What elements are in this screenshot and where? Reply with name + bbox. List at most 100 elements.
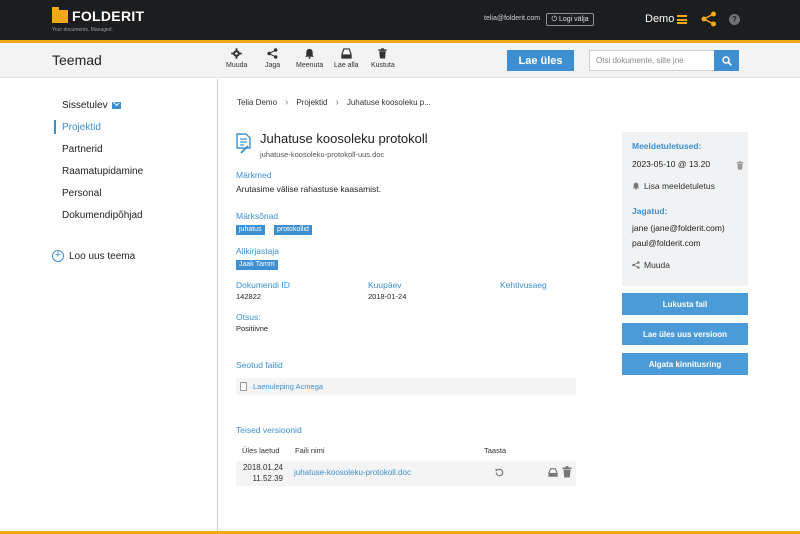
signer-tag[interactable]: Jaak Tamm bbox=[236, 260, 278, 270]
doc-id-value: 142822 bbox=[236, 292, 262, 301]
plus-circle-icon: + bbox=[52, 250, 64, 262]
search-icon bbox=[721, 55, 732, 66]
shared-label: Jagatud: bbox=[632, 206, 668, 216]
versions-label: Teised versioonid bbox=[236, 425, 302, 435]
upload-new-version-button[interactable]: Lae üles uus versioon bbox=[622, 323, 748, 345]
account-name[interactable]: Demo bbox=[645, 13, 674, 25]
file-icon bbox=[240, 382, 247, 391]
download-icon[interactable] bbox=[548, 468, 558, 477]
share-icon bbox=[267, 48, 278, 59]
add-reminder-button[interactable]: Lisa meeldetuletus bbox=[632, 181, 715, 191]
date-label: Kuupäev bbox=[368, 280, 402, 290]
breadcrumb-item: Juhatuse koosoleku p... bbox=[346, 98, 431, 107]
page-title: Teemad bbox=[52, 52, 102, 68]
shared-with-item: jane (jane@folderit.com) bbox=[632, 223, 725, 233]
reminder-value: 2023-05-10 @ 13.20 bbox=[632, 159, 711, 169]
hamburger-menu-icon[interactable] bbox=[677, 15, 687, 24]
share-icon bbox=[632, 261, 640, 269]
versions-header-filename: Faili nimi bbox=[295, 446, 325, 455]
share-icon[interactable] bbox=[701, 11, 717, 27]
brand-name: FOLDERIT bbox=[72, 8, 145, 24]
share-label: Jaga bbox=[265, 62, 281, 69]
sidebar-item-personnel[interactable]: Personal bbox=[54, 186, 101, 200]
start-signing-button[interactable]: Algata kinnitusring bbox=[622, 353, 748, 375]
download-label: Lae alla bbox=[334, 62, 359, 69]
linked-file-item[interactable]: Laenuleping Acmega bbox=[236, 378, 576, 395]
power-icon: ⏻ bbox=[551, 15, 557, 23]
version-filename-link[interactable]: juhatuse-koosoleku-protokoll.doc bbox=[294, 468, 411, 477]
version-date-time: 11.52.39 bbox=[252, 474, 283, 483]
remind-label: Meenuta bbox=[296, 62, 324, 69]
mail-icon bbox=[111, 101, 121, 109]
sidebar-item-inbox[interactable]: Sissetulev bbox=[54, 98, 121, 112]
download-icon bbox=[341, 48, 352, 59]
search-button[interactable] bbox=[714, 50, 739, 71]
signer-label: Allkirjastaja bbox=[236, 246, 279, 256]
share-button[interactable]: Jaga bbox=[265, 48, 280, 69]
keywords-label: Märksõnad bbox=[236, 211, 279, 221]
search-input[interactable] bbox=[589, 50, 715, 71]
sidebar-item-label: Raamatupidamine bbox=[62, 165, 144, 177]
version-date: 2018.01.24 11.52.39 bbox=[241, 462, 283, 484]
sidebar-item-label: Sissetulev bbox=[62, 99, 108, 111]
reminders-label: Meeldetuletused: bbox=[632, 141, 702, 151]
linked-file-name: Laenuleping Acmega bbox=[253, 382, 324, 391]
edit-share-button[interactable]: Muuda bbox=[632, 260, 670, 270]
toolbar: Teemad Muuda Jaga Meenuta Lae alla Kustu… bbox=[0, 43, 800, 78]
add-reminder-label: Lisa meeldetuletus bbox=[644, 181, 715, 191]
keyword-tag[interactable]: protokollid bbox=[274, 225, 312, 235]
decision-label: Otsus: bbox=[236, 312, 261, 322]
versions-header-uploaded: Üles laetud bbox=[242, 446, 280, 455]
edit-share-label: Muuda bbox=[644, 260, 670, 270]
restore-icon[interactable] bbox=[494, 467, 505, 478]
remind-button[interactable]: Meenuta bbox=[296, 48, 323, 69]
sidebar-item-label: Projektid bbox=[62, 121, 101, 133]
decision-value: Positiivne bbox=[236, 324, 269, 333]
version-date-day: 2018.01.24 bbox=[242, 463, 283, 472]
document-icon bbox=[236, 133, 251, 154]
keyword-tag[interactable]: juhatus bbox=[236, 225, 265, 235]
sidebar-item-label: Dokumendipõhjad bbox=[62, 209, 143, 221]
sidebar-item-projects[interactable]: Projektid bbox=[54, 120, 101, 134]
lock-file-button[interactable]: Lukusta fail bbox=[622, 293, 748, 315]
validity-label: Kehtivusaeg bbox=[500, 280, 547, 290]
trash-icon[interactable] bbox=[736, 161, 744, 170]
document-title: Juhatuse koosoleku protokoll bbox=[260, 131, 428, 146]
breadcrumb-item[interactable]: Projektid bbox=[296, 98, 327, 107]
chevron-right-icon: › bbox=[285, 97, 289, 108]
help-icon[interactable]: ? bbox=[729, 14, 740, 25]
gear-icon bbox=[231, 48, 242, 59]
chevron-right-icon: › bbox=[335, 97, 339, 108]
sidebar-item-accounting[interactable]: Raamatupidamine bbox=[54, 164, 143, 178]
edit-button[interactable]: Muuda bbox=[226, 48, 247, 69]
date-value: 2018-01-24 bbox=[368, 292, 407, 301]
doc-id-label: Dokumendi ID bbox=[236, 280, 290, 290]
sidebar-item-templates[interactable]: Dokumendipõhjad bbox=[54, 208, 143, 222]
delete-label: Kustuta bbox=[371, 62, 395, 69]
breadcrumb: Telia Demo › Projektid › Juhatuse koosol… bbox=[237, 97, 431, 108]
breadcrumb-item[interactable]: Telia Demo bbox=[237, 98, 277, 107]
new-topic-label: Loo uus teema bbox=[69, 250, 136, 262]
sidebar-item-partners[interactable]: Partnerid bbox=[54, 142, 103, 156]
notes-value: Arutasime välise rahastuse kaasamist. bbox=[236, 184, 382, 194]
sidebar: Sissetulev Projektid Partnerid Raamatupi… bbox=[0, 79, 218, 531]
logout-button[interactable]: ⏻ Logi välja bbox=[546, 13, 594, 26]
info-panel: Meeldetuletused: 2023-05-10 @ 13.20 Lisa… bbox=[622, 132, 748, 286]
user-email: telia@folderit.com bbox=[484, 15, 541, 22]
logout-label: Logi välja bbox=[558, 16, 589, 23]
trash-icon bbox=[378, 48, 387, 59]
delete-button[interactable]: Kustuta bbox=[371, 48, 395, 69]
folder-logo-icon bbox=[52, 7, 68, 23]
trash-icon[interactable] bbox=[562, 466, 572, 478]
document-filename: juhatuse-koosoleku-protokoll-uus.doc bbox=[260, 150, 385, 159]
brand-logo[interactable]: FOLDERIT bbox=[52, 7, 145, 24]
linked-files-label: Seotud failid bbox=[236, 360, 283, 370]
versions-header-restore: Taasta bbox=[484, 446, 507, 455]
download-button[interactable]: Lae alla bbox=[334, 48, 359, 69]
brand-tagline: Your documents. Managed. bbox=[52, 27, 113, 33]
edit-label: Muuda bbox=[226, 62, 248, 69]
sidebar-item-label: Partnerid bbox=[62, 143, 103, 155]
shared-with-item: paul@folderit.com bbox=[632, 238, 701, 248]
new-topic-button[interactable]: + Loo uus teema bbox=[52, 250, 135, 262]
upload-button[interactable]: Lae üles bbox=[507, 50, 574, 71]
